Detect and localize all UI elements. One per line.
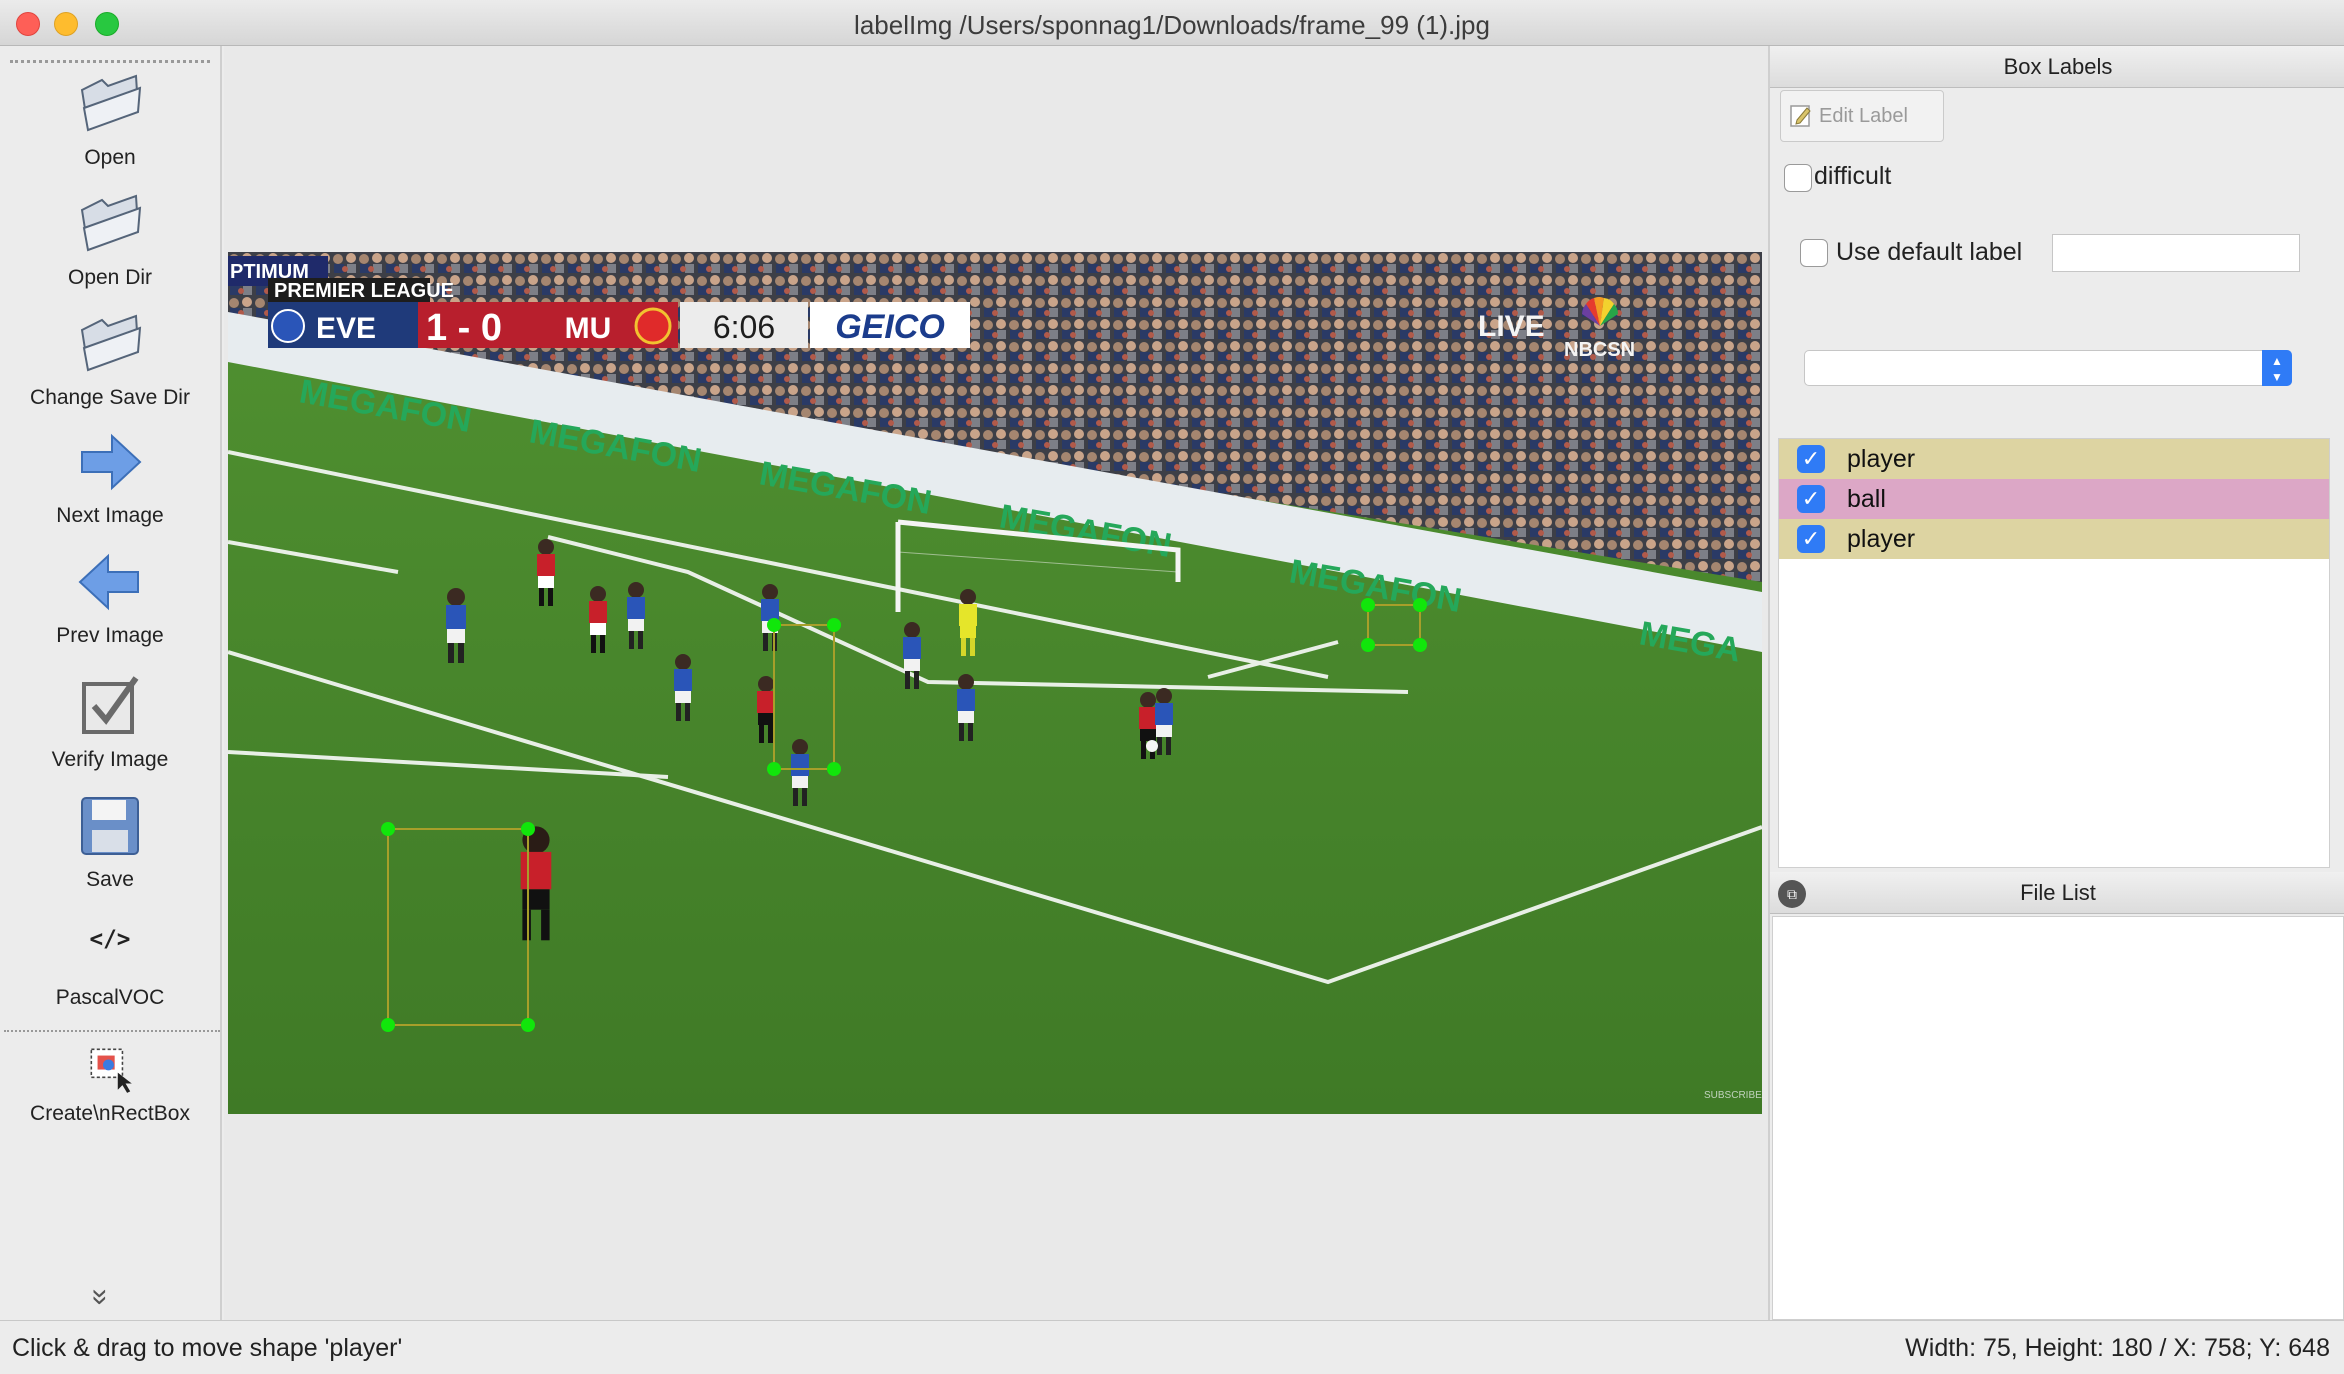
status-message: Click & drag to move shape 'player' — [12, 1334, 403, 1362]
edit-label-text: Edit Label — [1819, 105, 1908, 127]
difficult-checkbox[interactable] — [1784, 164, 1812, 192]
rect-box-icon — [90, 1048, 132, 1093]
pascalvoc-label: PascalVOC — [55, 986, 165, 1009]
arrow-left-icon — [78, 553, 139, 611]
label-combo-box[interactable]: ▲ ▼ — [1804, 350, 2292, 386]
undock-icon[interactable]: ⧉ — [1778, 880, 1806, 908]
label-list-item-text: ball — [1847, 485, 1886, 513]
label-visible-checkbox[interactable]: ✓ — [1797, 485, 1825, 513]
label-visible-checkbox[interactable]: ✓ — [1797, 525, 1825, 553]
svg-text:LIVE: LIVE — [1478, 310, 1545, 343]
verify-image-button[interactable]: Verify Image — [0, 670, 220, 772]
edit-label-button[interactable]: Edit Label — [1780, 90, 1944, 142]
svg-text:SUBSCRIBE: SUBSCRIBE — [1704, 1090, 1762, 1101]
label-list-item-text: player — [1847, 445, 1916, 473]
code-icon: </> — [90, 927, 131, 953]
toolbar-separator — [4, 1030, 220, 1032]
label-visible-checkbox[interactable]: ✓ — [1797, 445, 1825, 473]
svg-text:1 - 0: 1 - 0 — [426, 307, 502, 349]
combo-arrows-icon[interactable]: ▲ ▼ — [2262, 350, 2292, 386]
status-bar: Click & drag to move shape 'player' Widt… — [0, 1320, 2344, 1374]
create-rect-box-button[interactable]: Create\nRectBox — [0, 1040, 220, 1126]
label-list-item[interactable]: ✓ player — [1779, 439, 2329, 479]
open-dir-button[interactable]: Open Dir — [0, 188, 220, 290]
svg-text:</>: </> — [90, 927, 131, 953]
folder-icon — [80, 194, 142, 252]
difficult-label: difficult — [1814, 162, 1892, 190]
prev-image-button[interactable]: Prev Image — [0, 546, 220, 648]
verify-image-label: Verify Image — [51, 748, 169, 771]
change-save-dir-button[interactable]: Change Save Dir — [0, 308, 220, 410]
title-bar: labelImg /Users/sponnag1/Downloads/frame… — [0, 0, 2344, 46]
toolbar: Open Open Dir Change Save Dir Next Image… — [0, 46, 222, 1320]
svg-text:GEICO: GEICO — [835, 308, 945, 346]
status-coordinates: Width: 75, Height: 180 / X: 758; Y: 648 — [1905, 1334, 2330, 1362]
toolbar-overflow-icon[interactable]: » — [83, 1289, 117, 1306]
window-title: labelImg /Users/sponnag1/Downloads/frame… — [854, 10, 1490, 40]
save-label: Save — [86, 868, 134, 891]
open-dir-label: Open Dir — [67, 266, 153, 289]
ball — [1146, 740, 1158, 752]
label-list-item[interactable]: ✓ player — [1779, 519, 2329, 559]
svg-text:6:06: 6:06 — [713, 309, 775, 345]
file-list-title: File List — [2020, 880, 2096, 905]
folder-icon — [80, 314, 142, 372]
floppy-disk-icon — [81, 797, 139, 855]
svg-text:MU: MU — [565, 312, 612, 345]
svg-text:EVE: EVE — [316, 312, 376, 345]
soccer-frame-image: MEGAFON MEGAFON MEGAFON MEGAFON MEGAFON … — [228, 252, 1762, 1114]
use-default-label-checkbox[interactable] — [1800, 239, 1828, 267]
open-button[interactable]: Open — [0, 68, 220, 170]
box-labels-header: Box Labels — [1770, 46, 2344, 88]
arrow-right-icon — [81, 433, 142, 491]
default-label-input[interactable] — [2052, 234, 2300, 272]
pascalvoc-button[interactable]: </> PascalVOC — [0, 916, 220, 1010]
save-button[interactable]: Save — [0, 790, 220, 892]
next-image-label: Next Image — [56, 504, 164, 527]
file-list[interactable] — [1772, 916, 2344, 1320]
folder-icon — [80, 74, 142, 132]
change-save-dir-label: Change Save Dir — [30, 386, 190, 409]
image-canvas[interactable]: MEGAFON MEGAFON MEGAFON MEGAFON MEGAFON … — [228, 252, 1762, 1114]
right-panel: Box Labels Edit Label difficult Use defa… — [1768, 46, 2344, 1320]
next-image-button[interactable]: Next Image — [0, 426, 220, 528]
open-label: Open — [84, 146, 136, 169]
pencil-icon — [1790, 105, 1811, 127]
file-list-header: ⧉ File List — [1770, 872, 2344, 914]
label-list-item[interactable]: ✓ ball — [1779, 479, 2329, 519]
label-list[interactable]: ✓ player ✓ ball ✓ player — [1778, 438, 2330, 868]
svg-text:PREMIER LEAGUE: PREMIER LEAGUE — [274, 280, 454, 302]
label-list-item-text: player — [1847, 525, 1916, 553]
prev-image-label: Prev Image — [56, 624, 164, 647]
use-default-label-text: Use default label — [1836, 238, 2023, 266]
toolbar-grip[interactable] — [10, 60, 210, 63]
svg-text:NBCSN: NBCSN — [1564, 339, 1635, 361]
checkbox-icon — [82, 676, 139, 734]
create-rect-box-label: Create\nRectBox — [30, 1102, 190, 1125]
